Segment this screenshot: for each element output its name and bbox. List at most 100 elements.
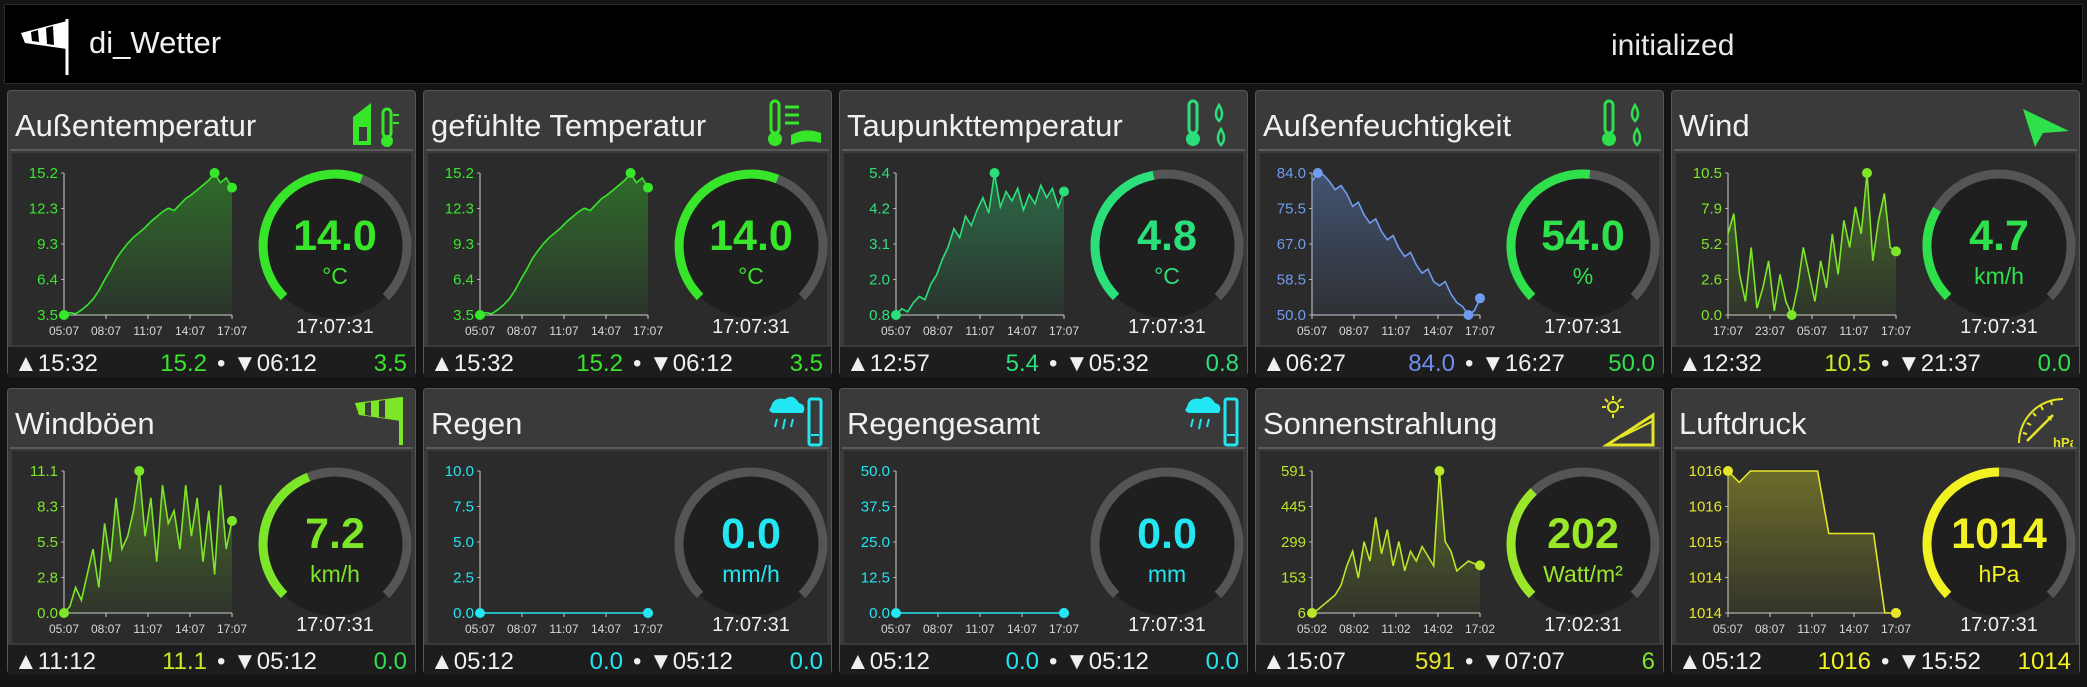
x-tick-label: 11:07 [965,324,994,338]
x-tick-label: 08:07 [91,622,121,636]
y-tick-label: 153 [1281,570,1306,587]
sensor-tile[interactable]: Regen 10.0 7.5 5.0 2.5 0.0 05:07 08:07 11:07 14:… [423,388,832,675]
dew-point-icon [1186,99,1226,147]
tile-body: 10.5 7.9 5.2 2.6 0.0 17:07 23:07 05:07 11:07 17:0… [1676,153,2076,345]
tile-body: 11.1 8.3 5.5 2.8 0.0 05:07 08:07 11:07 14:07 17:0… [12,451,412,643]
x-tick-label: 11:07 [965,622,994,636]
tile-title: Außenfeuchtigkeit [1263,108,1512,143]
tile-title: Wind [1679,108,1750,143]
max-point [1723,466,1733,476]
last-point [643,608,653,618]
x-tick-label: 14:07 [591,324,621,338]
history-chart[interactable]: 591 445 299 153 605:02 08:02 11:02 14:02 17:02 [1260,451,1500,643]
windsock-logo-icon [21,19,69,75]
last-point [1475,560,1485,571]
y-tick-label: 50.0 [861,463,890,480]
min-point [1786,310,1797,320]
y-tick-label: 0.0 [37,605,58,622]
update-time: 17:07:31 [296,614,374,636]
value-unit: Watt/m² [1543,561,1623,587]
tile-divider [842,447,1245,449]
x-tick-label: 17:07 [217,622,247,636]
max-time: ▲05:12 [430,648,514,675]
history-chart[interactable]: 50.0 37.5 25.0 12.5 0.005:07 08:07 11:07 14:07 1… [844,451,1084,643]
max-value: 11.1 [162,648,207,675]
history-chart[interactable]: 84.0 75.5 67.0 58.5 50.005:07 08:07 11:07 14:07… [1260,153,1500,345]
y-tick-label: 5.0 [453,534,474,551]
y-tick-label: 15.2 [29,165,58,182]
sensor-tile[interactable]: gefühlte Temperatur 15.2 12.3 9.3 6.4 3.5 05:… [423,90,832,377]
y-tick-label: 9.3 [37,236,58,253]
x-tick-label: 14:07 [175,324,205,338]
tile-divider [1674,447,2077,449]
x-tick-label: 17:07 [1049,622,1079,636]
y-tick-label: 445 [1281,499,1306,516]
max-time: ▲05:12 [846,648,930,675]
sensor-tile[interactable]: Außenfeuchtigkeit 84.0 75.5 67.0 58.5 50.0 05… [1255,90,1664,377]
max-value: 1016 [1817,648,1871,675]
tile-body: 84.0 75.5 67.0 58.5 50.0 05:07 08:07 11:07 14:07… [1260,153,1660,345]
history-chart[interactable]: 15.2 12.3 9.3 6.4 3.505:07 08:07 11:07 14:07 17:… [12,153,252,345]
max-point [891,608,901,618]
update-time: 17:07:31 [1128,614,1206,636]
x-tick-label: 14:07 [1839,622,1869,636]
x-tick-label: 05:07 [1297,324,1327,338]
x-tick-label: 11:07 [133,324,162,338]
max-time: ▲06:27 [1262,350,1346,377]
x-tick-label: 11:07 [133,622,162,636]
app-title: di_Wetter [89,25,222,60]
x-tick-label: 17:07 [1713,324,1743,338]
max-time: ▲05:12 [1678,648,1762,675]
min-value: 0.0 [2037,350,2071,377]
current-value: 14.0 [293,212,377,260]
x-tick-label: 14:07 [175,622,205,636]
history-chart[interactable]: 11.1 8.3 5.5 2.8 0.005:07 08:07 11:07 14:07 17:0… [12,451,252,643]
sensor-tile[interactable]: Außentemperatur 15.2 12.3 9.3 6.4 3.5 05:07 08… [7,90,416,377]
sensor-tile[interactable]: Luftdruck hPa 1016101610151014101405:070… [1671,388,2080,675]
x-tick-label: 14:07 [1423,324,1453,338]
y-tick-label: 7.5 [453,499,474,516]
min-value: 0.0 [789,648,823,675]
y-tick-label: 6 [1298,605,1306,622]
sensor-tile[interactable]: Wind 10.5 7.9 5.2 2.6 0.0 17:07 23:07 05:07 11:0… [1671,90,2080,377]
sensor-tile[interactable]: Taupunkttemperatur 5.4 4.2 3.1 2.0 0.8 05:07 0… [839,90,1248,377]
separator-dot: • [217,350,226,377]
history-chart[interactable]: 10.57.95.22.60.017:07 23:07 05:07 11:07 17:0… [1676,153,1916,345]
y-tick-label: 6.4 [37,272,58,289]
x-tick-label: 11:07 [549,324,578,338]
min-point [891,310,901,320]
tile-body: 591 445 299 153 6 05:02 08:02 11:02 14:02 17:02 2… [1260,451,1660,643]
y-tick-label: 11.1 [30,463,58,480]
history-chart[interactable]: 5.4 4.2 3.1 2.0 0.805:07 08:07 11:07 14:07 17:07 [844,153,1084,345]
y-tick-label: 75.5 [1277,201,1306,218]
y-tick-label: 37.5 [861,499,890,516]
min-time: ▼21:37 [1897,350,1981,377]
min-point [1463,310,1474,320]
sensor-tile[interactable]: Windböen 11.1 8.3 5.5 2.8 0.0 05:07 08:07 11:07… [7,388,416,675]
update-time: 17:07:31 [1960,316,2038,338]
y-tick-label: 0.8 [869,307,890,324]
y-tick-label: 2.5 [453,570,474,587]
sensor-tile[interactable]: Sonnenstrahlung 591 445 299 153 6 05:02 08:02 1… [1255,388,1664,675]
y-tick-label: 10.0 [445,463,474,480]
y-tick-label: 5.5 [37,534,58,551]
value-unit: °C [738,263,764,289]
history-chart[interactable]: 10.0 7.5 5.0 2.5 0.005:07 08:07 11:07 14:07 17:0… [428,451,668,643]
history-chart[interactable]: 1016101610151014101405:07 08:07 11:07 14:07… [1676,451,1916,643]
min-time: ▼06:12 [649,350,733,377]
value-unit: °C [1154,263,1180,289]
tile-title: gefühlte Temperatur [431,108,707,143]
update-time: 17:07:31 [712,316,790,338]
x-tick-label: 08:02 [1339,622,1369,636]
current-value: 1014 [1951,510,2047,558]
sensor-tile[interactable]: Regengesamt 50.0 37.5 25.0 12.5 0.0 05:07 08:0… [839,388,1248,675]
tile-footer: ▲05:12 0.0 • ▼05:12 0.0 [424,645,831,675]
min-time: ▼05:32 [1065,350,1149,377]
tile-divider [1674,149,2077,151]
max-point [1312,168,1323,178]
x-tick-label: 17:07 [1881,622,1911,636]
top-bar: di_Wetter initialized [4,4,2083,84]
y-tick-label: 2.6 [1701,272,1722,289]
x-tick-label: 14:07 [1007,324,1037,338]
history-chart[interactable]: 15.2 12.3 9.3 6.4 3.505:07 08:07 11:07 14:07 17:… [428,153,668,345]
